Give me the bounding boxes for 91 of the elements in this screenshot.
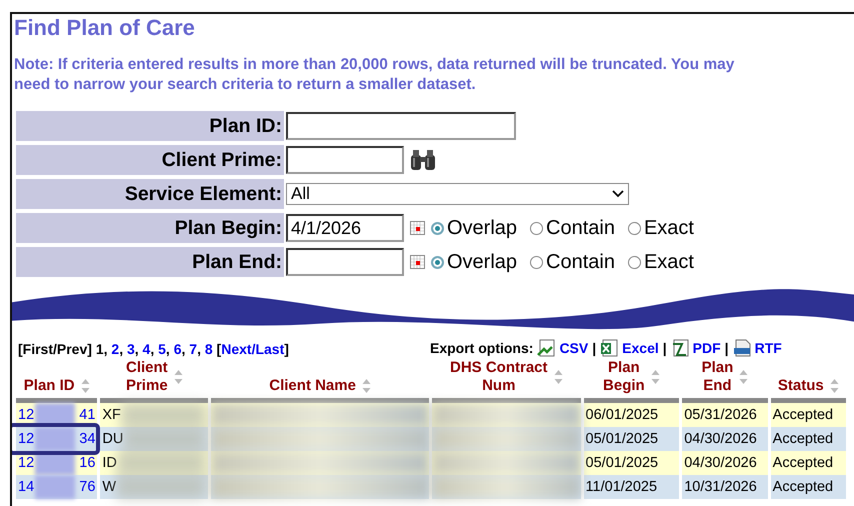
input-field[interactable] bbox=[286, 146, 404, 174]
plan-id-link[interactable]: 76 bbox=[79, 475, 96, 499]
sort-icon bbox=[650, 370, 660, 384]
page-link[interactable]: 5 bbox=[158, 341, 166, 357]
sort-icon bbox=[554, 370, 563, 384]
select-dropdown[interactable]: All bbox=[286, 183, 629, 205]
next-last-link[interactable]: Next/Last bbox=[221, 341, 284, 357]
table-cell: 06/01/2025 bbox=[584, 403, 680, 427]
calendar-icon bbox=[410, 221, 425, 235]
separator-text: , bbox=[150, 341, 154, 357]
page-link[interactable]: 8 bbox=[204, 341, 213, 357]
separator-text: , bbox=[119, 341, 124, 357]
table-cell-text: ID bbox=[102, 454, 117, 473]
separator-text: , bbox=[104, 341, 108, 357]
pager-text: [First/Prev] bbox=[18, 341, 92, 357]
binoculars-icon bbox=[410, 149, 436, 171]
radio-option[interactable]: Contain bbox=[530, 250, 615, 274]
date-field[interactable]: 4/1/2026 bbox=[286, 214, 404, 242]
radio-option[interactable]: Exact bbox=[628, 250, 694, 274]
separator-text: | bbox=[662, 340, 667, 356]
page-link[interactable]: 7 bbox=[189, 341, 198, 357]
separator-text: , bbox=[134, 341, 139, 357]
separator-text: , bbox=[197, 341, 201, 357]
table-cell: Accepted bbox=[770, 403, 846, 427]
calendar-icon bbox=[410, 255, 425, 269]
radio-option[interactable]: Overlap bbox=[431, 250, 518, 274]
radio-option[interactable]: Exact bbox=[628, 216, 694, 240]
sort-icon bbox=[739, 370, 748, 384]
spreadsheet-icon bbox=[600, 339, 618, 357]
input-field[interactable] bbox=[286, 112, 516, 140]
radio-option[interactable]: Overlap bbox=[431, 216, 518, 240]
table-cell: 04/30/2026 bbox=[682, 451, 768, 475]
column-header[interactable]: DHS Contract Num bbox=[450, 359, 548, 395]
table-cell: 11/01/2025 bbox=[584, 475, 680, 499]
plan-id-link[interactable]: 12 bbox=[18, 451, 34, 475]
export-link[interactable]: PDF bbox=[692, 340, 721, 356]
column-header[interactable]: Status bbox=[778, 377, 824, 395]
sort-icon bbox=[80, 379, 90, 393]
separator-text: | bbox=[592, 340, 596, 356]
plan-id-link[interactable]: 41 bbox=[79, 403, 96, 427]
export-link[interactable]: RTF bbox=[754, 340, 782, 356]
bracket-text: [ bbox=[216, 341, 222, 357]
table-cell: 05/01/2025 bbox=[584, 427, 680, 451]
current-page: 1 bbox=[96, 341, 104, 357]
field-label: Client Prime: bbox=[16, 145, 284, 175]
sort-icon bbox=[174, 370, 183, 384]
page-link[interactable]: 3 bbox=[126, 341, 135, 357]
page-link[interactable]: 2 bbox=[111, 341, 120, 357]
table-cell-text: DU bbox=[102, 430, 124, 449]
table-cell: 05/31/2026 bbox=[682, 403, 768, 427]
table-cell: 04/30/2026 bbox=[682, 427, 768, 451]
radio-option[interactable]: Contain bbox=[530, 216, 615, 240]
export-link[interactable]: CSV bbox=[559, 340, 588, 356]
page-link[interactable]: 4 bbox=[142, 341, 150, 357]
table-cell: 10/31/2026 bbox=[682, 475, 768, 499]
bracket-text: ] bbox=[284, 341, 289, 357]
chevron-down-icon bbox=[612, 190, 624, 198]
export-label: Export options: bbox=[430, 340, 534, 356]
sort-icon bbox=[362, 379, 371, 393]
column-header[interactable]: Plan ID bbox=[24, 377, 75, 395]
table-cell-text: XF bbox=[102, 406, 121, 425]
field-label: Plan Begin: bbox=[16, 213, 284, 243]
column-header[interactable]: Client Prime bbox=[126, 359, 168, 395]
table-cell: Accepted bbox=[770, 475, 846, 499]
document-icon bbox=[732, 339, 751, 357]
document-icon bbox=[670, 339, 689, 357]
column-header[interactable]: Client Name bbox=[269, 377, 356, 395]
table-cell: Accepted bbox=[770, 427, 846, 451]
table-cell-text: W bbox=[102, 478, 116, 497]
field-label: Plan End: bbox=[16, 247, 284, 277]
export-link[interactable]: Excel bbox=[622, 340, 659, 356]
field-label: Plan ID: bbox=[16, 111, 284, 141]
plan-id-link[interactable]: 14 bbox=[18, 475, 34, 499]
note-text: Note: If criteria entered results in more than 20,000 rows, data returned will be truncated. You may need to narrow your search criteria to return a smaller dataset. bbox=[14, 55, 736, 95]
column-header[interactable]: Plan Begin bbox=[603, 359, 645, 395]
table-cell: 05/01/2025 bbox=[584, 451, 680, 475]
field-label: Service Element: bbox=[16, 179, 284, 209]
table-cell: Accepted bbox=[770, 451, 846, 475]
plan-id-link[interactable]: 16 bbox=[79, 451, 96, 475]
date-field[interactable] bbox=[286, 248, 404, 276]
page-title: Find Plan of Care bbox=[14, 15, 195, 41]
plan-id-link[interactable]: 12 bbox=[18, 427, 34, 451]
separator-text: | bbox=[724, 340, 729, 356]
separator-text: , bbox=[166, 341, 170, 357]
document-icon bbox=[537, 339, 556, 357]
plan-id-link[interactable]: 12 bbox=[18, 403, 34, 427]
sort-icon bbox=[830, 379, 839, 393]
plan-id-link[interactable]: 34 bbox=[79, 427, 96, 451]
page-link[interactable]: 6 bbox=[174, 341, 182, 357]
separator-text: , bbox=[182, 341, 186, 357]
column-header[interactable]: Plan End bbox=[702, 359, 734, 395]
